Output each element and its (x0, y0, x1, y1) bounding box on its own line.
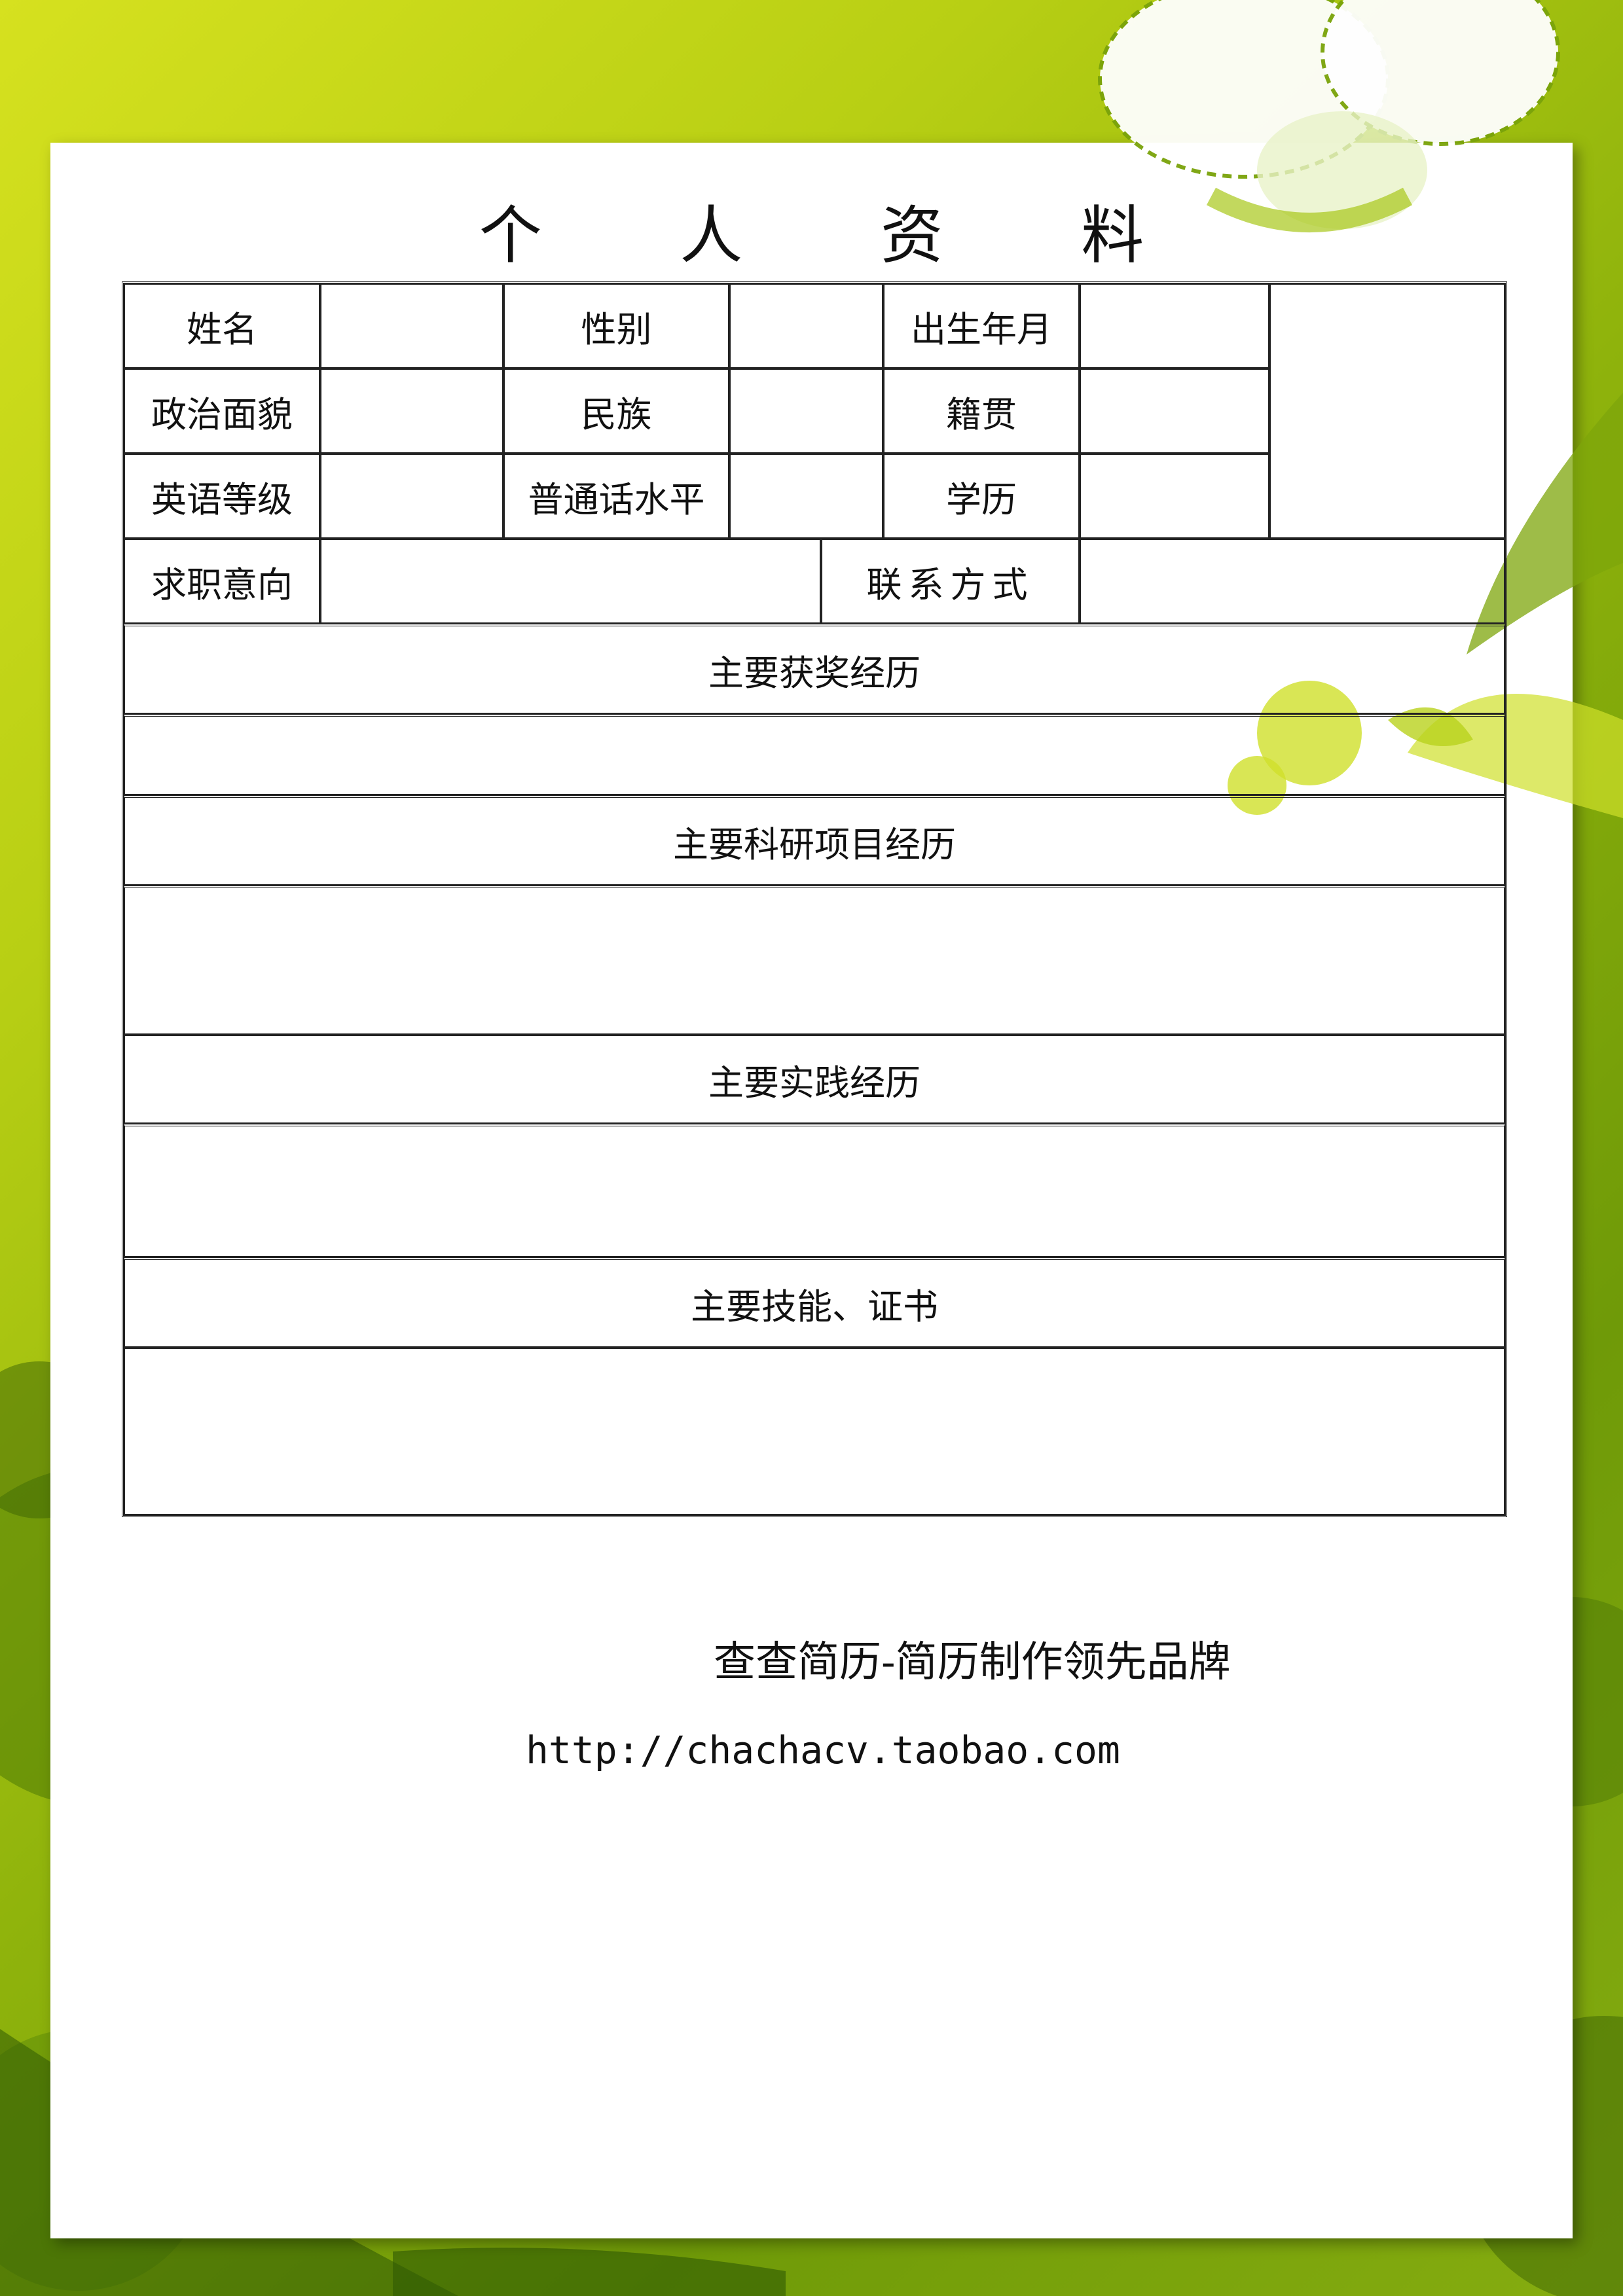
value-contact[interactable] (1080, 539, 1505, 624)
value-political[interactable] (320, 368, 503, 454)
section-research-header: 主要科研项目经历 (124, 795, 1505, 886)
label-gender: 性别 (503, 283, 729, 368)
resume-form-table: 姓名 性别 出生年月 政治面貌 民族 籍贯 英语等级 普通话水平 学历 求职意向… (122, 281, 1507, 1517)
section-awards-content[interactable] (124, 714, 1505, 795)
value-ethnicity[interactable] (729, 368, 883, 454)
label-mandarin-level: 普通话水平 (503, 454, 729, 539)
label-education: 学历 (883, 454, 1080, 539)
value-mandarin-level[interactable] (729, 454, 883, 539)
label-ethnicity: 民族 (503, 368, 729, 454)
section-practice-header: 主要实践经历 (124, 1035, 1505, 1124)
label-name: 姓名 (124, 283, 320, 368)
label-political: 政治面貌 (124, 368, 320, 454)
footer-url[interactable]: http://chachacv.taobao.com (526, 1728, 1120, 1772)
page-title: 个 人 资 料 (479, 199, 1203, 272)
label-native-place: 籍贯 (883, 368, 1080, 454)
section-skills-content[interactable] (124, 1348, 1505, 1515)
label-birth: 出生年月 (883, 283, 1080, 368)
value-birth[interactable] (1080, 283, 1269, 368)
value-education[interactable] (1080, 454, 1269, 539)
photo-cell[interactable] (1269, 283, 1505, 539)
label-english-level: 英语等级 (124, 454, 320, 539)
value-gender[interactable] (729, 283, 883, 368)
label-job-intention: 求职意向 (124, 539, 320, 624)
value-native-place[interactable] (1080, 368, 1269, 454)
section-awards-header: 主要获奖经历 (124, 624, 1505, 714)
section-practice-content[interactable] (124, 1124, 1505, 1257)
section-research-content[interactable] (124, 886, 1505, 1035)
label-contact: 联系方式 (821, 539, 1080, 624)
section-skills-header: 主要技能、证书 (124, 1257, 1505, 1348)
value-name[interactable] (320, 283, 503, 368)
value-job-intention[interactable] (320, 539, 821, 624)
value-english-level[interactable] (320, 454, 503, 539)
footer-brand: 查查简历-简历制作领先品牌 (714, 1638, 1231, 1687)
